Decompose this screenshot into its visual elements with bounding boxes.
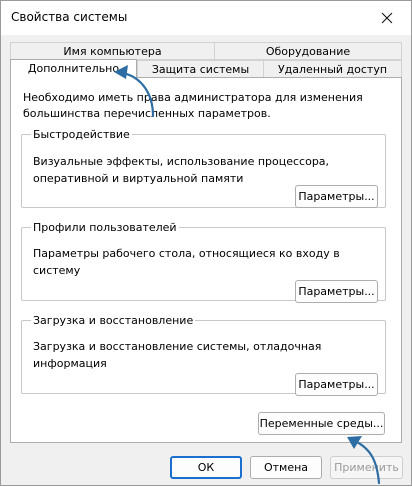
startup-recovery-settings-button[interactable]: Параметры... [295, 373, 378, 396]
environment-variables-button[interactable]: Переменные среды... [258, 412, 385, 435]
group-user-profiles-title: Профили пользователей [33, 221, 177, 234]
ok-button[interactable]: ОК [170, 456, 242, 479]
group-startup-recovery: Загрузка и восстановление Загрузка и вос… [21, 314, 386, 396]
cancel-button[interactable]: Отмена [250, 456, 322, 479]
window-title: Свойства системы [11, 10, 128, 24]
group-performance-description: Визуальные эффекты, использование процес… [33, 155, 330, 185]
performance-settings-button[interactable]: Параметры... [295, 185, 378, 208]
apply-button[interactable]: Применить [330, 456, 403, 479]
group-performance-title: Быстродействие [33, 128, 130, 141]
close-icon [381, 12, 393, 24]
tab-system-protection[interactable]: Защита системы [137, 60, 264, 78]
group-user-profiles-description: Параметры рабочего стола, относящиеся ко… [33, 247, 340, 277]
tab-computer-name[interactable]: Имя компьютера [10, 42, 215, 60]
system-properties-window: Свойства системы Имя компьютера Оборудов… [0, 0, 412, 486]
title-bar: Свойства системы [1, 1, 411, 35]
dialog-body: Имя компьютера Оборудование Дополнительн… [1, 35, 411, 485]
tab-hardware[interactable]: Оборудование [214, 42, 402, 60]
user-profiles-settings-button[interactable]: Параметры... [295, 280, 378, 303]
close-button[interactable] [367, 3, 407, 33]
tab-advanced[interactable]: Дополнительно [10, 59, 137, 78]
group-startup-recovery-title: Загрузка и восстановление [33, 314, 194, 327]
group-startup-recovery-description: Загрузка и восстановление системы, отлад… [33, 340, 322, 370]
tab-remote[interactable]: Удаленный доступ [263, 60, 402, 78]
group-performance: Быстродействие Визуальные эффекты, испол… [21, 128, 386, 208]
admin-rights-note: Необходимо иметь права администратора дл… [23, 91, 363, 120]
group-user-profiles: Профили пользователей Параметры рабочего… [21, 221, 386, 303]
